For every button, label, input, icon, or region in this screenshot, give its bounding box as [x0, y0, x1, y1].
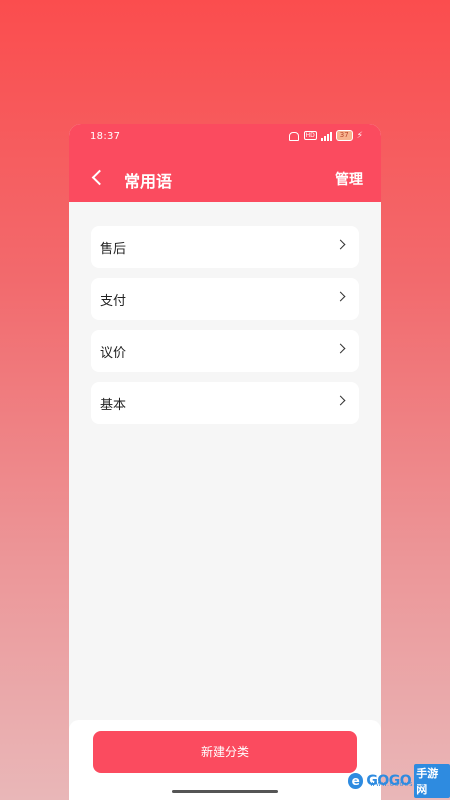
status-icons: HD 37 ⚡ — [288, 130, 363, 141]
charging-icon: ⚡ — [356, 130, 363, 141]
page-title: 常用语 — [124, 172, 173, 191]
nav-bar: 常用语 管理 — [69, 158, 381, 198]
manage-button[interactable]: 管理 — [335, 169, 363, 189]
category-label: 支付 — [100, 294, 127, 309]
status-time: 18:37 — [90, 131, 121, 142]
signal-icon — [320, 131, 332, 141]
watermark-brand-cn: 手游网 — [414, 764, 450, 798]
chevron-right-icon — [337, 397, 345, 405]
category-item-payment[interactable]: 支付 — [91, 278, 359, 320]
app-window: 18:37 HD 37 ⚡ 常用语 管理 售后 支付 议价 基本 新建分类 — [69, 124, 381, 800]
header-bar: 18:37 HD 37 ⚡ 常用语 管理 — [69, 124, 381, 202]
chevron-right-icon — [337, 345, 345, 353]
watermark-url: WWW.GOGUS.CN — [370, 782, 426, 788]
status-bar: 18:37 HD 37 ⚡ — [69, 124, 381, 150]
chevron-right-icon — [337, 293, 345, 301]
battery-icon: 37 — [335, 130, 353, 141]
mute-icon — [288, 131, 300, 141]
hd-icon: HD — [303, 131, 317, 140]
category-item-basic[interactable]: 基本 — [91, 382, 359, 424]
category-label: 议价 — [100, 346, 127, 361]
home-indicator — [172, 790, 278, 793]
category-item-bargain[interactable]: 议价 — [91, 330, 359, 372]
watermark-e-icon: e — [348, 773, 364, 789]
category-item-after-sales[interactable]: 售后 — [91, 226, 359, 268]
category-list: 售后 支付 议价 基本 — [91, 226, 359, 434]
category-label: 售后 — [100, 242, 127, 257]
category-label: 基本 — [100, 398, 127, 413]
chevron-right-icon — [337, 241, 345, 249]
back-button[interactable] — [89, 168, 109, 188]
new-category-button[interactable]: 新建分类 — [93, 731, 357, 773]
bottom-bar: 新建分类 — [69, 720, 381, 800]
watermark-logo: e GOGO 手游网 WWW.GOGUS.CN — [348, 764, 450, 798]
